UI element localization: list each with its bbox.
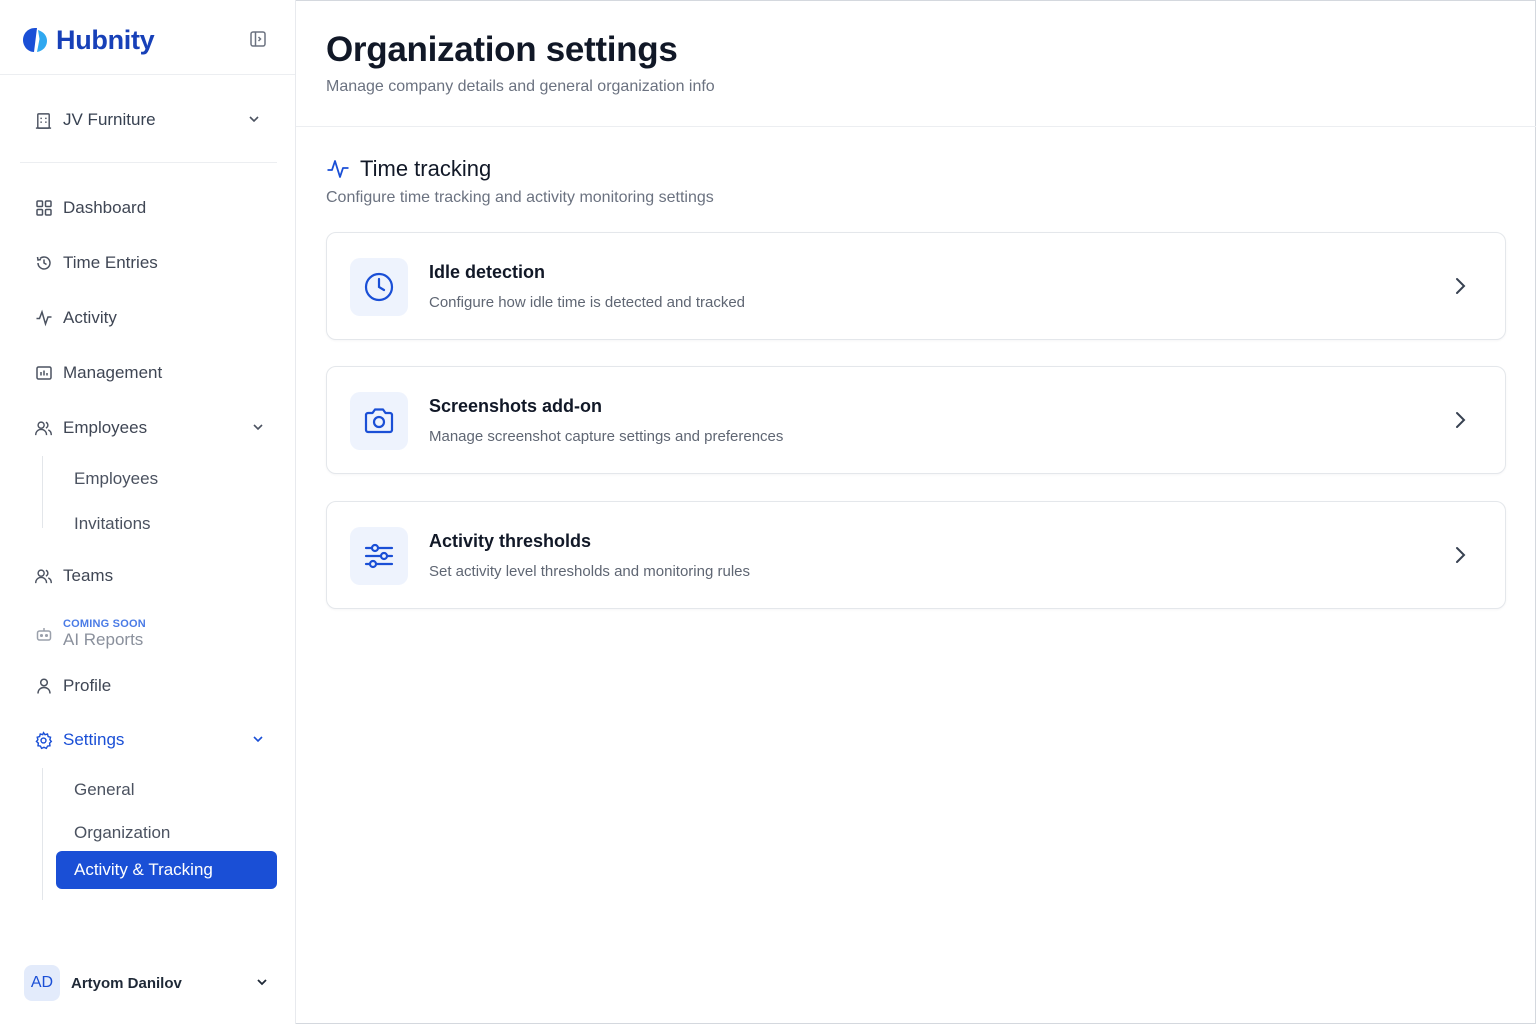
sidebar-item-employees[interactable]: Employees <box>20 408 276 448</box>
chevron-down-icon <box>250 419 266 440</box>
panel-toggle-icon <box>250 31 266 47</box>
chevron-right-icon <box>1449 275 1471 302</box>
gear-icon <box>34 730 53 750</box>
sidebar-item-label: Teams <box>63 566 114 585</box>
sidebar: Hubnity JV Furniture Dashboard Time Entr… <box>0 0 296 1024</box>
activity-thresholds-card[interactable]: Activity thresholds Set activity level t… <box>326 501 1506 609</box>
robot-icon <box>34 625 53 644</box>
sidebar-item-label: AI Reports <box>63 630 144 649</box>
user-menu[interactable]: AD Artyom Danilov <box>24 964 276 1002</box>
idle-detection-card[interactable]: Idle detection Configure how idle time i… <box>326 232 1506 340</box>
card-description: Set activity level thresholds and monito… <box>429 563 750 580</box>
sidebar-item-dashboard[interactable]: Dashboard <box>20 188 276 228</box>
section-title: Time tracking <box>360 156 492 181</box>
clock-icon <box>364 272 394 302</box>
grid-icon <box>34 199 53 218</box>
sidebar-subitem-invitations[interactable]: Invitations <box>56 505 277 543</box>
sidebar-item-label: Dashboard <box>63 198 147 217</box>
sidebar-subitem-activity-tracking[interactable]: Activity & Tracking <box>56 851 277 889</box>
sidebar-subitem-organization[interactable]: Organization <box>56 814 277 852</box>
chevron-down-icon <box>254 974 270 995</box>
sidebar-collapse-button[interactable] <box>248 29 268 49</box>
card-title: Idle detection <box>429 262 546 282</box>
page-title: Organization settings <box>326 30 678 69</box>
building-icon <box>34 111 53 130</box>
main-content: Organization settings Manage company det… <box>296 0 1536 1024</box>
coming-soon-badge: COMING SOON <box>63 618 146 630</box>
sidebar-item-activity[interactable]: Activity <box>20 298 276 338</box>
card-title: Screenshots add-on <box>429 396 603 416</box>
settings-subtree-line <box>42 768 43 900</box>
card-title: Activity thresholds <box>429 531 592 551</box>
sidebar-subitem-employees[interactable]: Employees <box>56 460 277 498</box>
organization-switcher[interactable]: JV Furniture <box>20 100 276 140</box>
employees-subtree-line <box>42 456 43 528</box>
card-description: Configure how idle time is detected and … <box>429 294 746 311</box>
sidebar-item-label: Settings <box>63 730 125 749</box>
chart-box-icon <box>34 364 53 383</box>
sidebar-item-label: Profile <box>63 676 112 695</box>
users-icon <box>34 567 53 586</box>
sliders-icon <box>364 543 394 569</box>
org-divider <box>20 162 277 163</box>
sidebar-item-time-entries[interactable]: Time Entries <box>20 243 276 283</box>
brand-divider <box>0 74 295 75</box>
card-icon-tile <box>350 392 408 450</box>
sidebar-item-label: Management <box>63 363 163 382</box>
chevron-right-icon <box>1449 544 1471 571</box>
user-icon <box>34 677 53 696</box>
screenshots-addon-card[interactable]: Screenshots add-on Manage screenshot cap… <box>326 366 1506 474</box>
camera-icon <box>364 408 394 434</box>
brand-name: Hubnity <box>56 24 155 55</box>
activity-icon <box>326 157 350 181</box>
section-description: Configure time tracking and activity mon… <box>326 189 714 206</box>
card-icon-tile <box>350 258 408 316</box>
section-header: Time tracking <box>326 156 491 182</box>
user-name: Artyom Danilov <box>71 974 182 992</box>
chevron-down-icon <box>250 731 266 752</box>
organization-name: JV Furniture <box>63 110 156 129</box>
hubnity-logo-icon <box>20 25 50 55</box>
sidebar-item-management[interactable]: Management <box>20 353 276 393</box>
sidebar-item-settings[interactable]: Settings <box>20 720 276 760</box>
card-icon-tile <box>350 527 408 585</box>
sidebar-item-label: Activity <box>63 308 117 327</box>
sidebar-item-teams[interactable]: Teams <box>20 556 276 596</box>
header-divider <box>296 126 1536 127</box>
users-icon <box>34 419 53 438</box>
sidebar-item-profile[interactable]: Profile <box>20 666 276 706</box>
card-description: Manage screenshot capture settings and p… <box>429 428 784 445</box>
brand[interactable]: Hubnity <box>20 22 155 58</box>
history-icon <box>34 254 53 273</box>
sidebar-item-label: Employees <box>63 418 148 437</box>
sidebar-item-ai-reports: COMING SOON AI Reports <box>20 612 276 656</box>
chevron-down-icon <box>246 111 262 132</box>
sidebar-item-label: Time Entries <box>63 253 158 272</box>
sidebar-subitem-general[interactable]: General <box>56 771 277 809</box>
page-subtitle: Manage company details and general organ… <box>326 78 715 95</box>
chevron-right-icon <box>1449 409 1471 436</box>
avatar: AD <box>24 965 60 1001</box>
activity-icon <box>34 309 53 328</box>
